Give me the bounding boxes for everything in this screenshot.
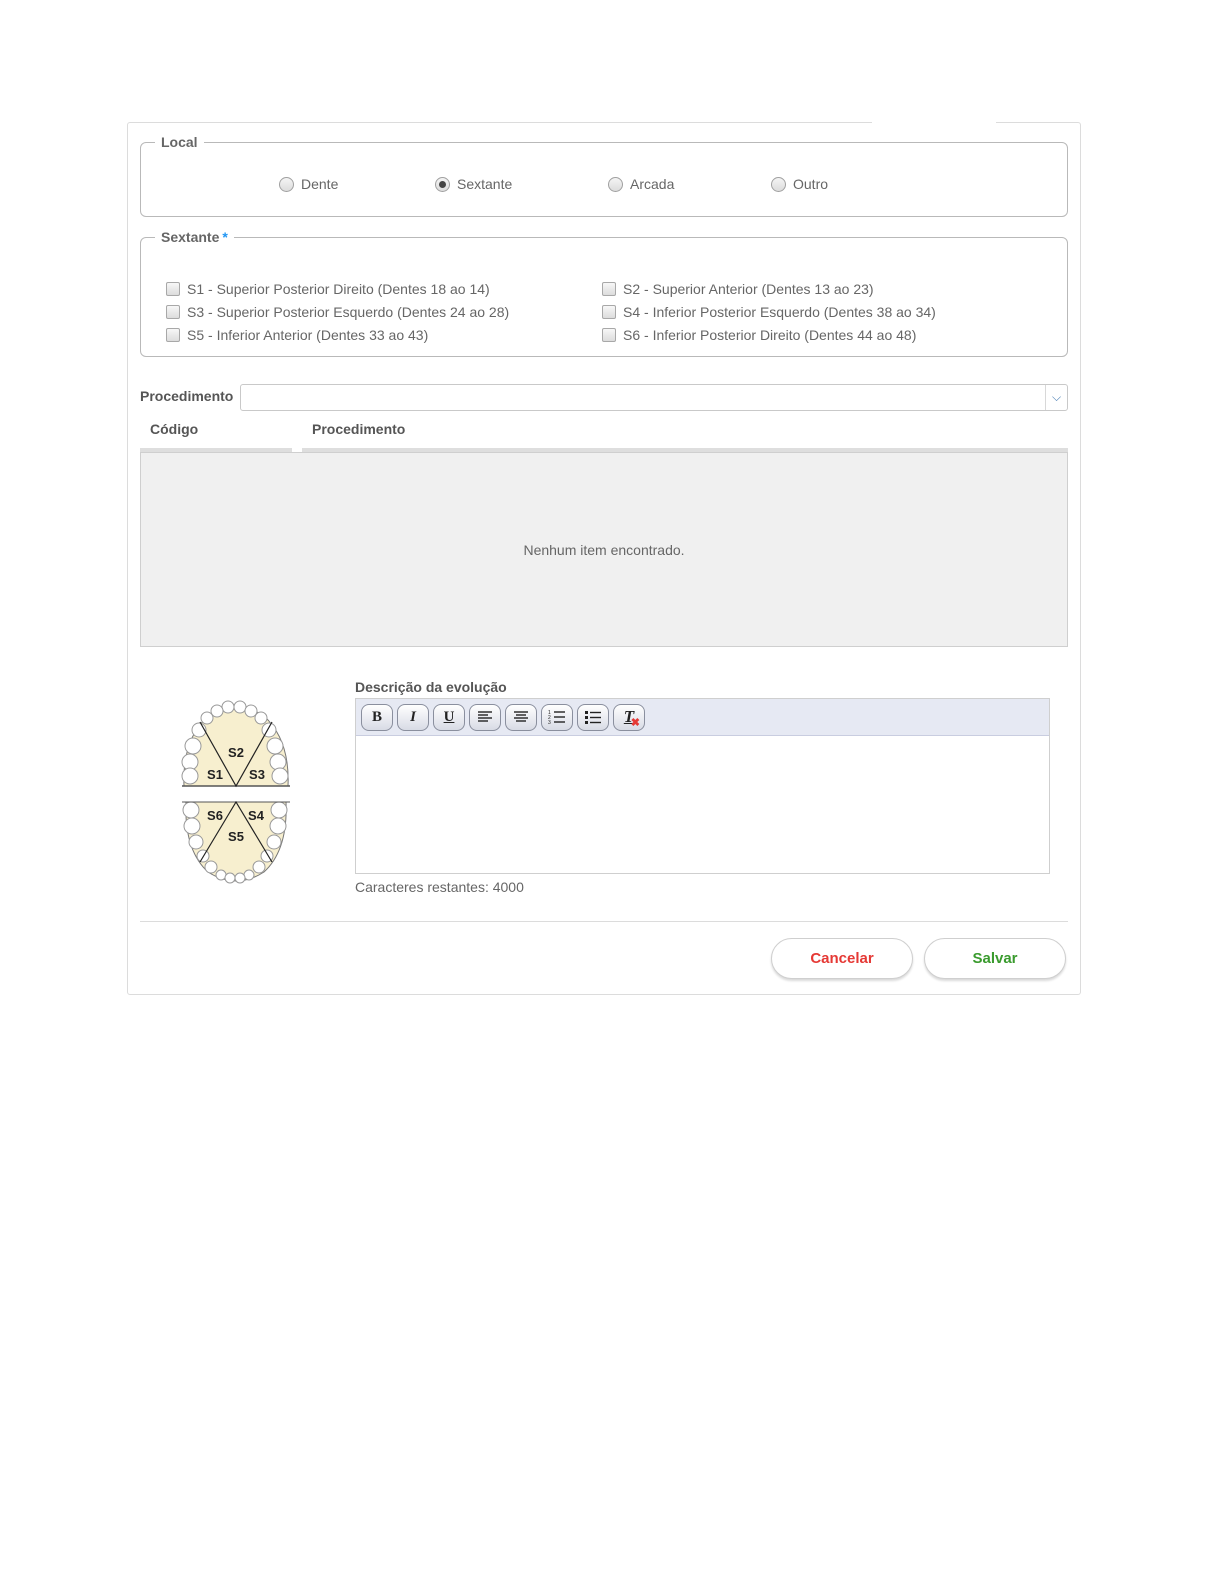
radio-outro[interactable]: Outro xyxy=(771,176,828,192)
align-left-icon[interactable] xyxy=(469,703,501,731)
checkbox-s6-box[interactable] xyxy=(602,328,616,342)
footer-divider xyxy=(140,921,1068,922)
clear-format-icon[interactable]: T ✖ xyxy=(613,703,645,731)
radio-sextante[interactable]: Sextante xyxy=(435,176,512,192)
align-left-glyph xyxy=(478,711,492,722)
sextante-legend-text: Sextante xyxy=(161,229,220,245)
radio-arcada-circle[interactable] xyxy=(608,176,623,192)
checkbox-s4[interactable]: S4 - Inferior Posterior Esquerdo (Dentes… xyxy=(602,304,936,320)
lower-arch: S6 S4 S5 xyxy=(182,800,290,884)
radio-sextante-circle[interactable] xyxy=(435,176,450,192)
checkbox-s1[interactable]: S1 - Superior Posterior Direito (Dentes … xyxy=(166,281,490,297)
descricao-textarea[interactable] xyxy=(356,736,1049,873)
local-fieldset: Local Dente Sextante Arcada Outro xyxy=(140,134,1068,217)
diagram-label-s6: S6 xyxy=(207,808,223,823)
diagram-label-s1: S1 xyxy=(207,767,223,782)
checkbox-s1-box[interactable] xyxy=(166,282,180,296)
checkbox-s6[interactable]: S6 - Inferior Posterior Direito (Dentes … xyxy=(602,327,916,343)
checkbox-s1-label: S1 - Superior Posterior Direito (Dentes … xyxy=(187,281,490,297)
ordered-list-glyph: 123 xyxy=(548,710,565,725)
chars-remaining: Caracteres restantes: 4000 xyxy=(355,879,524,895)
procedimento-select[interactable]: ⌵ xyxy=(240,384,1068,411)
radio-dente[interactable]: Dente xyxy=(279,176,338,192)
radio-outro-label: Outro xyxy=(793,176,829,192)
editor-toolbar: B I U 123 T ✖ xyxy=(356,699,1049,736)
checkbox-s3-label: S3 - Superior Posterior Esquerdo (Dentes… xyxy=(187,304,510,320)
local-legend: Local xyxy=(161,134,198,150)
procedimento-label: Procedimento xyxy=(140,388,234,404)
diagram-label-s5: S5 xyxy=(228,829,244,844)
column-header-procedimento[interactable]: Procedimento xyxy=(312,421,405,437)
svg-text:3: 3 xyxy=(548,720,551,725)
clear-x-icon: ✖ xyxy=(630,716,640,729)
underline-icon[interactable]: U xyxy=(433,703,465,731)
procedimento-table-body: Nenhum item encontrado. xyxy=(140,452,1068,647)
radio-sextante-label: Sextante xyxy=(457,176,513,192)
sextante-fieldset: Sextante * S1 - Superior Posterior Direit… xyxy=(140,229,1068,357)
ordered-list-icon[interactable]: 123 xyxy=(541,703,573,731)
radio-arcada[interactable]: Arcada xyxy=(608,176,674,192)
italic-icon[interactable]: I xyxy=(397,703,429,731)
upper-arch: S2 S1 S3 xyxy=(181,700,290,788)
checkbox-s6-label: S6 - Inferior Posterior Direito (Dentes … xyxy=(623,327,917,343)
align-center-glyph xyxy=(514,711,528,722)
unordered-list-glyph xyxy=(585,711,601,724)
column-header-codigo[interactable]: Código xyxy=(150,421,198,437)
radio-outro-circle[interactable] xyxy=(771,176,786,192)
checkbox-s3-box[interactable] xyxy=(166,305,180,319)
diagram-label-s3: S3 xyxy=(249,767,265,782)
cancel-button[interactable]: Cancelar xyxy=(771,938,913,979)
diagram-label-s4: S4 xyxy=(248,808,265,823)
save-button[interactable]: Salvar xyxy=(924,938,1066,979)
checkbox-s3[interactable]: S3 - Superior Posterior Esquerdo (Dentes… xyxy=(166,304,509,320)
unordered-list-icon[interactable] xyxy=(577,703,609,731)
checkbox-s2-box[interactable] xyxy=(602,282,616,296)
checkbox-s4-box[interactable] xyxy=(602,305,616,319)
sextant-teeth-diagram: S2 S1 S3 S6 S4 S5 xyxy=(181,700,290,884)
diagram-label-s2: S2 xyxy=(228,745,244,760)
checkbox-s4-label: S4 - Inferior Posterior Esquerdo (Dentes… xyxy=(623,304,936,320)
required-asterisk-icon: * xyxy=(222,229,228,245)
radio-arcada-label: Arcada xyxy=(630,176,675,192)
panel-top-gap xyxy=(872,121,996,125)
checkbox-s5-box[interactable] xyxy=(166,328,180,342)
checkbox-s5[interactable]: S5 - Inferior Anterior (Dentes 33 ao 43) xyxy=(166,327,428,343)
checkbox-s2[interactable]: S2 - Superior Anterior (Dentes 13 ao 23) xyxy=(602,281,874,297)
sextante-legend: Sextante * xyxy=(155,229,234,245)
descricao-label: Descrição da evolução xyxy=(355,679,507,695)
checkbox-s2-label: S2 - Superior Anterior (Dentes 13 ao 23) xyxy=(623,281,874,297)
align-center-icon[interactable] xyxy=(505,703,537,731)
radio-dente-circle[interactable] xyxy=(279,176,294,192)
empty-table-message: Nenhum item encontrado. xyxy=(523,541,685,558)
rich-text-editor: B I U 123 T ✖ xyxy=(355,698,1050,874)
checkbox-s5-label: S5 - Inferior Anterior (Dentes 33 ao 43) xyxy=(187,327,429,343)
bold-icon[interactable]: B xyxy=(361,703,393,731)
radio-dente-label: Dente xyxy=(301,176,339,192)
chevron-down-icon[interactable]: ⌵ xyxy=(1045,385,1067,410)
